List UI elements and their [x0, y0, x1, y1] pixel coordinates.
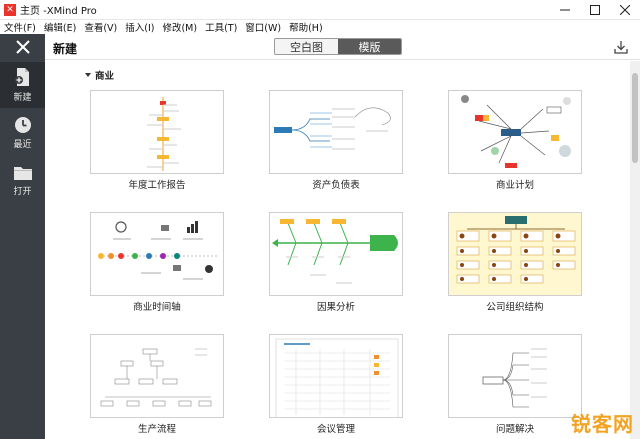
maximize-button[interactable]	[580, 0, 610, 20]
section-title: 商业	[95, 71, 115, 82]
thumbnail-business-plan	[461, 95, 571, 168]
maximize-icon	[590, 5, 600, 15]
template-thumbnail	[90, 334, 224, 418]
template-label: 生产流程	[137, 424, 176, 435]
menu-insert[interactable]: 插入(I)	[121, 20, 158, 34]
template-thumbnail	[269, 334, 403, 418]
sidebar: 新建 最近 打开	[0, 34, 45, 439]
template-card[interactable]: 年度工作报告	[90, 90, 224, 191]
template-card[interactable]: 商业时间轴	[90, 212, 224, 313]
template-card[interactable]: 生产流程	[90, 334, 224, 435]
thumbnail-meeting-table	[275, 338, 399, 417]
menu-view[interactable]: 查看(V)	[80, 20, 121, 34]
download-icon[interactable]	[614, 40, 628, 54]
sidebar-item-open[interactable]: 打开	[0, 158, 45, 204]
watermark: 锐客网	[571, 412, 634, 436]
close-home-button[interactable]	[0, 34, 45, 60]
menu-tools[interactable]: 工具(T)	[201, 20, 241, 34]
template-card[interactable]: 商业计划	[448, 90, 582, 191]
thumbnail-timeline	[98, 221, 217, 280]
scrollbar-thumb[interactable]	[632, 73, 638, 163]
sidebar-item-label: 打开	[13, 187, 32, 197]
thumbnail-balance-sheet	[274, 107, 391, 150]
template-card[interactable]: 问题解决	[448, 334, 582, 435]
template-thumbnail	[90, 212, 224, 296]
template-label: 问题解决	[495, 424, 534, 435]
template-thumbnail	[448, 212, 582, 296]
thumbnail-problem-solving	[482, 348, 547, 408]
folder-icon	[13, 167, 32, 180]
collapse-triangle-icon	[85, 73, 91, 77]
template-card[interactable]: 会议管理	[269, 334, 403, 435]
template-label: 公司组织结构	[486, 302, 544, 313]
sidebar-item-recent[interactable]: 最近	[0, 110, 45, 156]
menu-window[interactable]: 窗口(W)	[241, 20, 285, 34]
menu-file[interactable]: 文件(F)	[0, 20, 40, 34]
close-icon	[620, 5, 630, 15]
minimize-button[interactable]	[550, 0, 580, 20]
window-title: 主页 -XMind Pro	[20, 6, 97, 17]
thumbnail-process-flow	[100, 348, 212, 407]
tab-templates[interactable]: 模版	[338, 39, 401, 54]
template-label: 商业时间轴	[133, 302, 181, 313]
close-icon	[15, 40, 30, 54]
template-label: 因果分析	[316, 302, 355, 313]
template-card[interactable]: 资产负债表	[269, 90, 403, 191]
section-header[interactable]: 商业	[85, 68, 114, 82]
template-label: 年度工作报告	[128, 180, 186, 191]
menu-modify[interactable]: 修改(M)	[158, 20, 201, 34]
thumbnail-fishbone	[272, 219, 398, 284]
sidebar-item-new[interactable]: 新建	[0, 62, 45, 108]
close-button[interactable]	[610, 0, 640, 20]
template-thumbnail	[90, 90, 224, 174]
template-label: 商业计划	[495, 180, 534, 191]
title-bar: ✕ 主页 -XMind Pro	[0, 0, 640, 20]
template-thumbnail	[269, 90, 403, 174]
template-thumbnail	[269, 212, 403, 296]
template-label: 资产负债表	[312, 180, 360, 191]
menu-edit[interactable]: 编辑(E)	[40, 20, 80, 34]
thumbnail-org-chart	[456, 216, 576, 284]
view-segmented-control: 空白图 模版	[274, 38, 402, 55]
template-thumbnail	[448, 334, 582, 418]
window-controls	[550, 0, 640, 20]
thumbnail-mindmap-vertical	[147, 97, 181, 171]
template-card[interactable]: 因果分析	[269, 212, 403, 313]
header-bar: 新建 空白图 模版	[45, 34, 640, 60]
tab-blank-map[interactable]: 空白图	[275, 39, 338, 54]
new-file-icon	[14, 68, 29, 86]
sidebar-item-label: 最近	[13, 140, 32, 150]
menu-help[interactable]: 帮助(H)	[285, 20, 327, 34]
vertical-scrollbar[interactable]	[630, 61, 640, 439]
template-card[interactable]: 公司组织结构	[448, 212, 582, 313]
menu-bar: 文件(F) 编辑(E) 查看(V) 插入(I) 修改(M) 工具(T) 窗口(W…	[0, 20, 640, 34]
page-title: 新建	[53, 42, 78, 56]
clock-icon	[14, 117, 31, 133]
minimize-icon	[560, 9, 570, 11]
template-thumbnail	[448, 90, 582, 174]
sidebar-item-label: 新建	[13, 93, 32, 103]
template-label: 会议管理	[316, 424, 355, 435]
xmind-logo-icon: ✕	[4, 3, 16, 16]
template-gallery: 商业 年度工作报告 资产负债表 商业计划 商业时间轴 因果分析 公司组织结构 生…	[45, 61, 630, 439]
